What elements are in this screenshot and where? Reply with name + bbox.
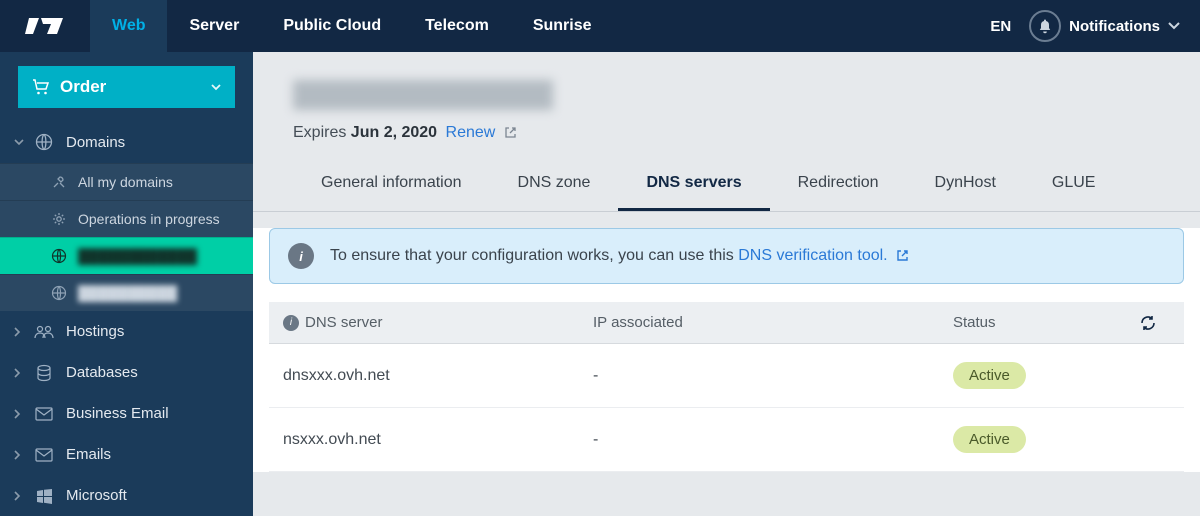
envelope-icon (32, 407, 56, 421)
sidebar-item-label: Microsoft (66, 487, 127, 504)
status-badge: Active (953, 426, 1026, 453)
page-title (293, 80, 553, 110)
cart-icon (32, 79, 50, 95)
external-link-icon (896, 249, 909, 262)
cell-status: Active (953, 426, 1170, 453)
sidebar-item-label: ██████████ (78, 285, 177, 301)
tab-general-information[interactable]: General information (293, 160, 490, 211)
status-badge: Active (953, 362, 1026, 389)
notifications-label: Notifications (1069, 18, 1160, 35)
chevron-down-icon (1168, 22, 1180, 30)
tab-redirection[interactable]: Redirection (770, 160, 907, 211)
col-status: Status (953, 314, 1140, 331)
top-nav: Web Server Public Cloud Telecom Sunrise (90, 0, 614, 52)
chevron-right-icon (14, 368, 28, 378)
nav-sunrise[interactable]: Sunrise (511, 0, 614, 52)
cell-dns-server: nsxxx.ovh.net (283, 431, 593, 449)
notifications-button[interactable]: Notifications (1029, 10, 1180, 42)
sidebar-item-hostings[interactable]: Hostings (0, 311, 253, 352)
order-button[interactable]: Order (18, 66, 235, 108)
table-row: dnsxxx.ovh.net - Active (269, 344, 1184, 408)
sidebar-sub-domain-b[interactable]: ██████████ (0, 274, 253, 311)
chevron-down-icon (14, 139, 28, 146)
chevron-right-icon (14, 491, 28, 501)
envelope-icon (32, 448, 56, 462)
language-selector[interactable]: EN (990, 18, 1011, 35)
chevron-down-icon (211, 84, 221, 91)
tab-glue[interactable]: GLUE (1024, 160, 1124, 211)
windows-icon (32, 488, 56, 504)
logo[interactable] (0, 12, 90, 40)
info-icon: i (288, 243, 314, 269)
nav-public-cloud[interactable]: Public Cloud (261, 0, 403, 52)
tab-dns-zone[interactable]: DNS zone (490, 160, 619, 211)
sidebar-item-emails[interactable]: Emails (0, 434, 253, 475)
external-link-icon (504, 126, 517, 139)
sidebar-sub-all-domains[interactable]: All my domains (0, 163, 253, 200)
cell-ip: - (593, 367, 953, 385)
sidebar-item-domains[interactable]: Domains (0, 122, 253, 163)
cell-ip: - (593, 431, 953, 449)
globe-icon (48, 285, 70, 301)
sidebar-item-business-email[interactable]: Business Email (0, 393, 253, 434)
main-content: Expires Jun 2, 2020 Renew General inform… (253, 52, 1200, 516)
chevron-right-icon (14, 450, 28, 460)
renew-link[interactable]: Renew (446, 124, 496, 141)
sidebar-item-label: Hostings (66, 323, 124, 340)
dns-servers-table: i DNS server IP associated Status dnsxxx… (269, 302, 1184, 472)
refresh-button[interactable] (1140, 315, 1170, 331)
tabs: General information DNS zone DNS servers… (253, 160, 1200, 212)
sidebar-item-label: Databases (66, 364, 138, 381)
sidebar-item-label: Emails (66, 446, 111, 463)
tab-dns-servers[interactable]: DNS servers (618, 160, 769, 211)
nav-server[interactable]: Server (167, 0, 261, 52)
nav-web[interactable]: Web (90, 0, 167, 52)
sidebar-item-label: ████████████ (78, 248, 197, 264)
tools-icon (48, 174, 70, 190)
sidebar-item-label: Domains (66, 134, 125, 151)
sidebar-item-microsoft[interactable]: Microsoft (0, 475, 253, 516)
col-ip-associated: IP associated (593, 314, 953, 331)
database-icon (32, 364, 56, 382)
top-bar: Web Server Public Cloud Telecom Sunrise … (0, 0, 1200, 52)
globe-icon (32, 133, 56, 151)
tab-dynhost[interactable]: DynHost (907, 160, 1024, 211)
chevron-right-icon (14, 327, 28, 337)
info-icon: i (283, 315, 299, 331)
chevron-right-icon (14, 409, 28, 419)
expires-text: Expires Jun 2, 2020 Renew (293, 124, 1160, 142)
globe-icon (48, 248, 70, 264)
bell-icon (1029, 10, 1061, 42)
sidebar-item-label: Operations in progress (78, 211, 220, 227)
cell-status: Active (953, 362, 1170, 389)
dns-verification-link[interactable]: DNS verification tool. (738, 247, 887, 264)
gear-icon (48, 211, 70, 227)
users-icon (32, 324, 56, 340)
table-row: nsxxx.ovh.net - Active (269, 408, 1184, 472)
sidebar-item-databases[interactable]: Databases (0, 352, 253, 393)
col-dns-server: i DNS server (283, 314, 593, 331)
order-label: Order (60, 77, 106, 97)
cell-dns-server: dnsxxx.ovh.net (283, 367, 593, 385)
sidebar-sub-operations[interactable]: Operations in progress (0, 200, 253, 237)
sidebar-sub-domain-a[interactable]: ████████████ (0, 237, 253, 274)
info-banner: i To ensure that your configuration work… (269, 228, 1184, 284)
nav-telecom[interactable]: Telecom (403, 0, 511, 52)
sidebar-item-label: All my domains (78, 174, 173, 190)
sidebar: Order Domains All my domains (0, 52, 253, 516)
sidebar-item-label: Business Email (66, 405, 169, 422)
